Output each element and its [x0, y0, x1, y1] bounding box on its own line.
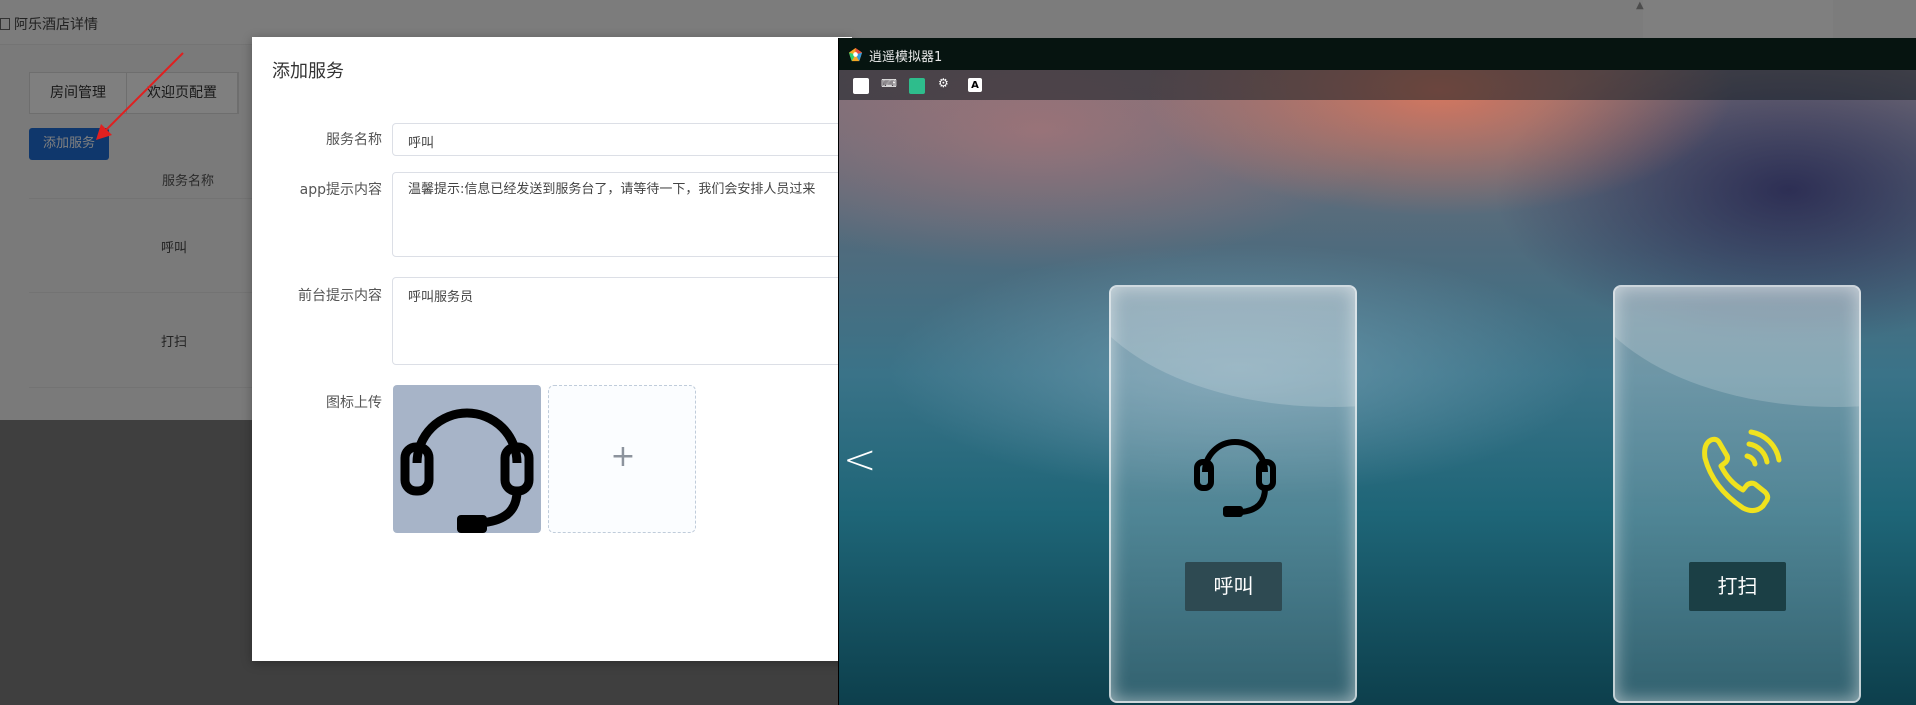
plus-icon: + — [610, 439, 636, 474]
emulator-title: 逍遥模拟器1 — [869, 50, 943, 65]
emulator-titlebar: 逍遥模拟器1 — [839, 38, 1916, 70]
app-tip-label: app提示内容 — [299, 182, 382, 198]
keyboard-icon[interactable]: ⌨ — [881, 77, 897, 93]
text-icon[interactable]: A — [968, 78, 982, 92]
service-card-call[interactable]: 呼叫 — [1109, 285, 1357, 703]
emulator-logo-icon — [848, 47, 863, 62]
card-gloss — [1111, 287, 1355, 407]
emulator-window: < 呼叫 打扫 ⌨ ⚙ A 逍遥模拟器1 — [838, 38, 1916, 705]
card-label: 呼叫 — [1185, 562, 1282, 611]
settings-icon[interactable]: ⚙ — [938, 76, 954, 92]
emulator-toolbar: ⌨ ⚙ A — [839, 70, 1916, 100]
add-service-dialog: 添加服务 服务名称 呼叫 app提示内容 温馨提示:信息已经发送到服务台了，请等… — [252, 37, 862, 661]
app-store-icon[interactable] — [909, 78, 925, 94]
phone-icon — [1702, 429, 1782, 514]
emulator-screen: < 呼叫 打扫 — [839, 70, 1916, 705]
icon-upload-label: 图标上传 — [326, 395, 382, 411]
card-gloss — [1615, 287, 1859, 407]
uploaded-icon-preview[interactable] — [393, 385, 541, 533]
back-chevron-icon[interactable]: < — [843, 440, 877, 480]
icon-upload-button[interactable]: + — [548, 385, 696, 533]
service-name-label: 服务名称 — [326, 132, 382, 148]
headset-icon — [400, 408, 534, 533]
service-name-input[interactable]: 呼叫 — [392, 123, 862, 156]
home-icon[interactable] — [853, 78, 869, 94]
dialog-title: 添加服务 — [272, 61, 344, 82]
card-label: 打扫 — [1689, 562, 1786, 611]
headset-icon — [1194, 439, 1276, 517]
front-tip-textarea[interactable]: 呼叫服务员 — [392, 277, 862, 365]
service-card-clean[interactable]: 打扫 — [1613, 285, 1861, 703]
front-tip-label: 前台提示内容 — [298, 288, 382, 304]
app-tip-textarea[interactable]: 温馨提示:信息已经发送到服务台了，请等待一下，我们会安排人员过来 — [392, 172, 862, 257]
